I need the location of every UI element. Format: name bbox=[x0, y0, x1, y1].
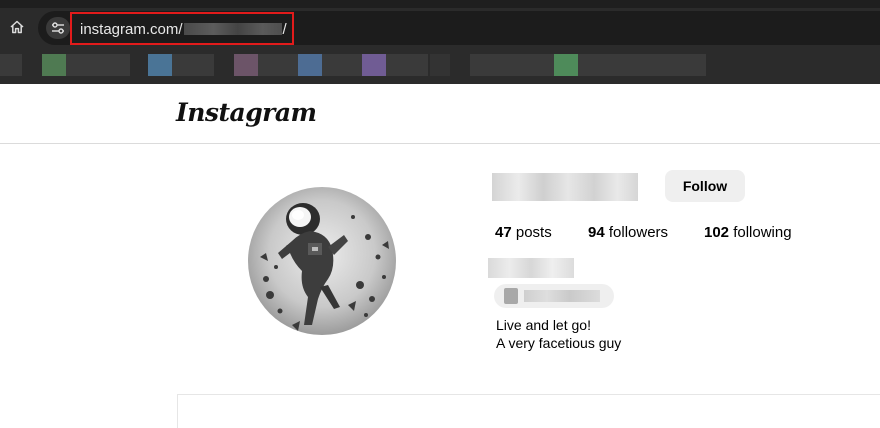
home-button[interactable] bbox=[6, 16, 28, 38]
followers-stat[interactable]: 94 followers bbox=[588, 224, 668, 241]
url-domain: instagram.com/ bbox=[80, 21, 183, 38]
bookmark-item[interactable] bbox=[578, 54, 620, 76]
profile-avatar[interactable] bbox=[248, 187, 396, 335]
url-redacted-username bbox=[183, 23, 282, 35]
followers-label: followers bbox=[604, 224, 669, 241]
bookmark-item[interactable] bbox=[430, 54, 450, 76]
bookmark-item[interactable] bbox=[172, 54, 214, 76]
posts-count: 47 bbox=[495, 224, 512, 241]
bookmark-item[interactable] bbox=[66, 54, 130, 76]
bookmark-item[interactable] bbox=[494, 54, 554, 76]
bookmark-item[interactable] bbox=[620, 54, 706, 76]
url-trailing-slash: / bbox=[282, 21, 287, 38]
following-count: 102 bbox=[704, 224, 730, 241]
profile-username-redacted bbox=[492, 173, 638, 201]
followers-count: 94 bbox=[588, 224, 605, 241]
tune-icon bbox=[52, 22, 64, 34]
bookmark-item[interactable] bbox=[470, 54, 494, 76]
bookmark-item[interactable] bbox=[554, 54, 578, 76]
site-info-button[interactable] bbox=[46, 17, 70, 39]
bookmark-item[interactable] bbox=[42, 54, 66, 76]
instagram-header: Instagram bbox=[0, 84, 880, 144]
follow-button[interactable]: Follow bbox=[665, 170, 745, 202]
bookmark-item[interactable] bbox=[234, 54, 258, 76]
bookmarks-bar bbox=[0, 48, 880, 84]
section-divider bbox=[178, 394, 880, 395]
posts-label: posts bbox=[511, 224, 552, 241]
following-label: following bbox=[729, 224, 792, 241]
bookmark-item[interactable] bbox=[148, 54, 172, 76]
url-text[interactable]: instagram.com/ / bbox=[80, 21, 287, 38]
instagram-logo[interactable]: Instagram bbox=[176, 98, 317, 127]
bookmark-item[interactable] bbox=[386, 54, 428, 76]
following-stat[interactable]: 102 following bbox=[704, 224, 792, 241]
browser-toolbar: instagram.com/ / bbox=[0, 8, 880, 48]
address-bar[interactable]: instagram.com/ / bbox=[38, 11, 880, 45]
browser-tab-strip bbox=[0, 0, 880, 8]
astronaut-avatar-image bbox=[248, 187, 396, 335]
threads-badge[interactable] bbox=[494, 284, 614, 308]
threads-handle-redacted bbox=[524, 290, 600, 302]
profile-fullname-redacted bbox=[488, 258, 574, 278]
url-highlight-box: instagram.com/ / bbox=[70, 12, 294, 45]
bio-line-2: A very facetious guy bbox=[496, 335, 622, 351]
home-icon bbox=[10, 20, 24, 34]
profile-stats: 47 posts 94 followers 102 following bbox=[0, 224, 880, 244]
threads-icon bbox=[504, 288, 518, 304]
bookmark-item[interactable] bbox=[0, 54, 22, 76]
posts-stat[interactable]: 47 posts bbox=[495, 224, 552, 241]
section-divider-left bbox=[177, 394, 178, 428]
bio-line-1: Live and let go! bbox=[496, 317, 591, 333]
bookmark-item[interactable] bbox=[258, 54, 298, 76]
bookmark-item[interactable] bbox=[298, 54, 322, 76]
bookmark-item[interactable] bbox=[362, 54, 386, 76]
bookmark-item[interactable] bbox=[322, 54, 362, 76]
